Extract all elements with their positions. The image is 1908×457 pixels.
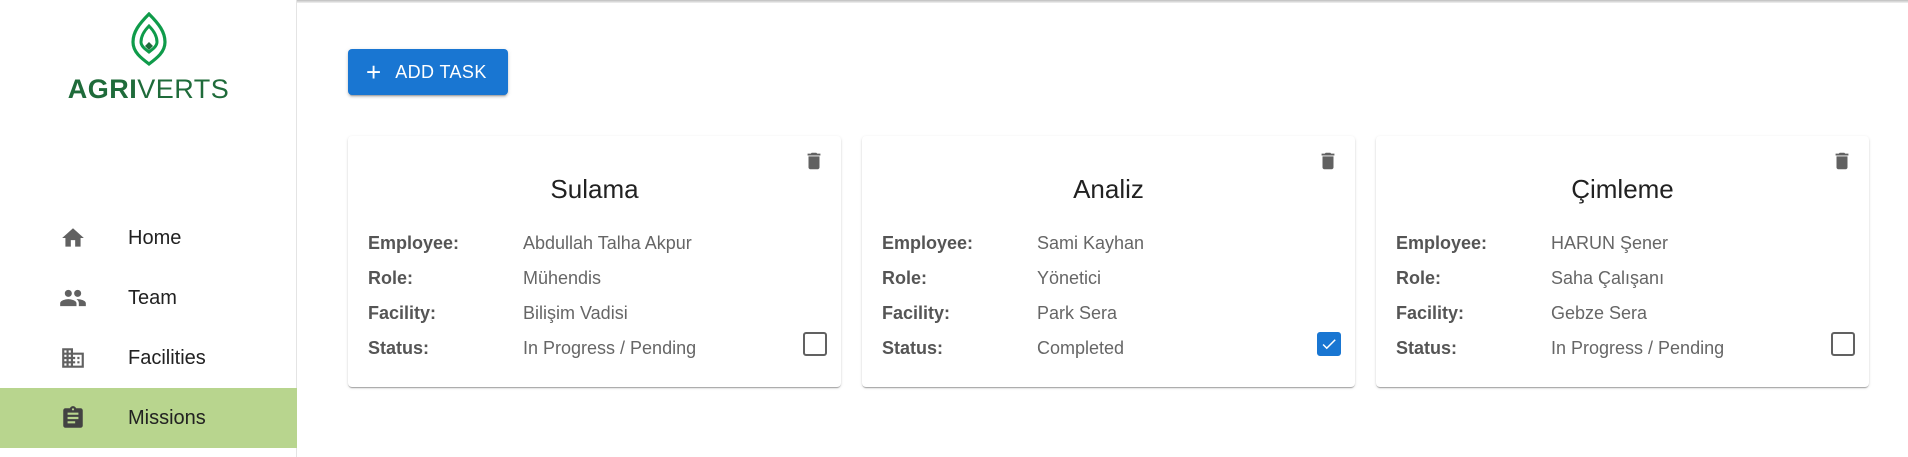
status-row: Status: In Progress / Pending (1396, 331, 1849, 366)
plus-icon: + (366, 57, 382, 87)
delete-icon[interactable] (1315, 148, 1341, 174)
facility-row: Facility: Bilişim Vadisi (368, 296, 821, 331)
completed-checkbox[interactable] (803, 332, 827, 356)
brand-name: AGRIVERTS (68, 74, 230, 105)
completed-checkbox[interactable] (1317, 332, 1341, 356)
employee-label: Employee: (1396, 233, 1488, 253)
main-content: + ADD TASK Sulama Employee: Abdullah Tal… (297, 0, 1908, 457)
role-row: Role: Saha Çalışanı (1396, 261, 1849, 296)
task-details: Employee: Sami Kayhan Role: Yönetici Fac… (882, 226, 1335, 366)
sidebar-item-missions[interactable]: Missions (0, 388, 297, 448)
sidebar-item-label: Facilities (128, 346, 206, 369)
task-card: Çimleme Employee: HARUN Şener Role: Saha… (1376, 136, 1869, 387)
completed-checkbox[interactable] (1831, 332, 1855, 356)
status-label: Status: (1396, 338, 1458, 358)
task-card: Sulama Employee: Abdullah Talha Akpur Ro… (348, 136, 841, 387)
clipboard-icon (58, 403, 88, 433)
people-icon (58, 283, 88, 313)
employee-label: Employee: (882, 233, 974, 253)
status-value: In Progress / Pending (523, 338, 697, 358)
facility-value: Gebze Sera (1551, 303, 1648, 323)
sidebar-item-label: Missions (128, 406, 206, 429)
role-label: Role: (882, 268, 927, 288)
employee-row: Employee: HARUN Şener (1396, 226, 1849, 261)
task-title: Sulama (550, 174, 639, 204)
task-card: Analiz Employee: Sami Kayhan Role: Yönet… (862, 136, 1355, 387)
task-card-list: Sulama Employee: Abdullah Talha Akpur Ro… (348, 136, 1869, 387)
sidebar-item-label: Home (128, 226, 182, 249)
employee-row: Employee: Sami Kayhan (882, 226, 1335, 261)
role-row: Role: Mühendis (368, 261, 821, 296)
task-title: Çimleme (1571, 174, 1674, 204)
brand-logo: AGRIVERTS (0, 12, 297, 112)
status-label: Status: (882, 338, 944, 358)
task-details: Employee: HARUN Şener Role: Saha Çalışan… (1396, 226, 1849, 366)
task-title: Analiz (1073, 174, 1144, 204)
facility-label: Facility: (1396, 303, 1465, 323)
sidebar-item-facilities[interactable]: Facilities (0, 328, 297, 388)
check-icon (1322, 339, 1336, 350)
sidebar-nav: Home Team Facilities Missions (0, 208, 297, 448)
status-value: In Progress / Pending (1551, 338, 1725, 358)
brand-name-light: VERTS (137, 74, 230, 104)
add-task-button[interactable]: + ADD TASK (348, 49, 508, 95)
employee-value: HARUN Şener (1551, 233, 1669, 253)
employee-value: Sami Kayhan (1037, 233, 1145, 253)
facility-value: Bilişim Vadisi (523, 303, 628, 323)
status-row: Status: In Progress / Pending (368, 331, 821, 366)
brand-name-bold: AGRI (67, 74, 138, 104)
home-icon (58, 223, 88, 253)
leaf-logo-icon (130, 12, 167, 67)
facility-label: Facility: (882, 303, 951, 323)
sidebar-item-team[interactable]: Team (0, 268, 297, 328)
role-value: Saha Çalışanı (1551, 268, 1665, 288)
status-label: Status: (368, 338, 430, 358)
sidebar: AGRIVERTS Home Team Facilities Missions (0, 0, 297, 457)
role-row: Role: Yönetici (882, 261, 1335, 296)
status-value: Completed (1037, 338, 1125, 358)
employee-value: Abdullah Talha Akpur (523, 233, 692, 253)
facility-label: Facility: (368, 303, 437, 323)
sidebar-item-label: Team (128, 286, 177, 309)
delete-icon[interactable] (1829, 148, 1855, 174)
employee-label: Employee: (368, 233, 460, 253)
role-value: Mühendis (523, 268, 602, 288)
task-details: Employee: Abdullah Talha Akpur Role: Müh… (368, 226, 821, 366)
facility-row: Facility: Gebze Sera (1396, 296, 1849, 331)
role-value: Yönetici (1037, 268, 1102, 288)
facility-row: Facility: Park Sera (882, 296, 1335, 331)
sidebar-item-home[interactable]: Home (0, 208, 297, 268)
facility-value: Park Sera (1037, 303, 1118, 323)
employee-row: Employee: Abdullah Talha Akpur (368, 226, 821, 261)
role-label: Role: (368, 268, 413, 288)
add-task-label: ADD TASK (395, 61, 487, 82)
delete-icon[interactable] (801, 148, 827, 174)
status-row: Status: Completed (882, 331, 1335, 366)
building-icon (58, 343, 88, 373)
role-label: Role: (1396, 268, 1441, 288)
